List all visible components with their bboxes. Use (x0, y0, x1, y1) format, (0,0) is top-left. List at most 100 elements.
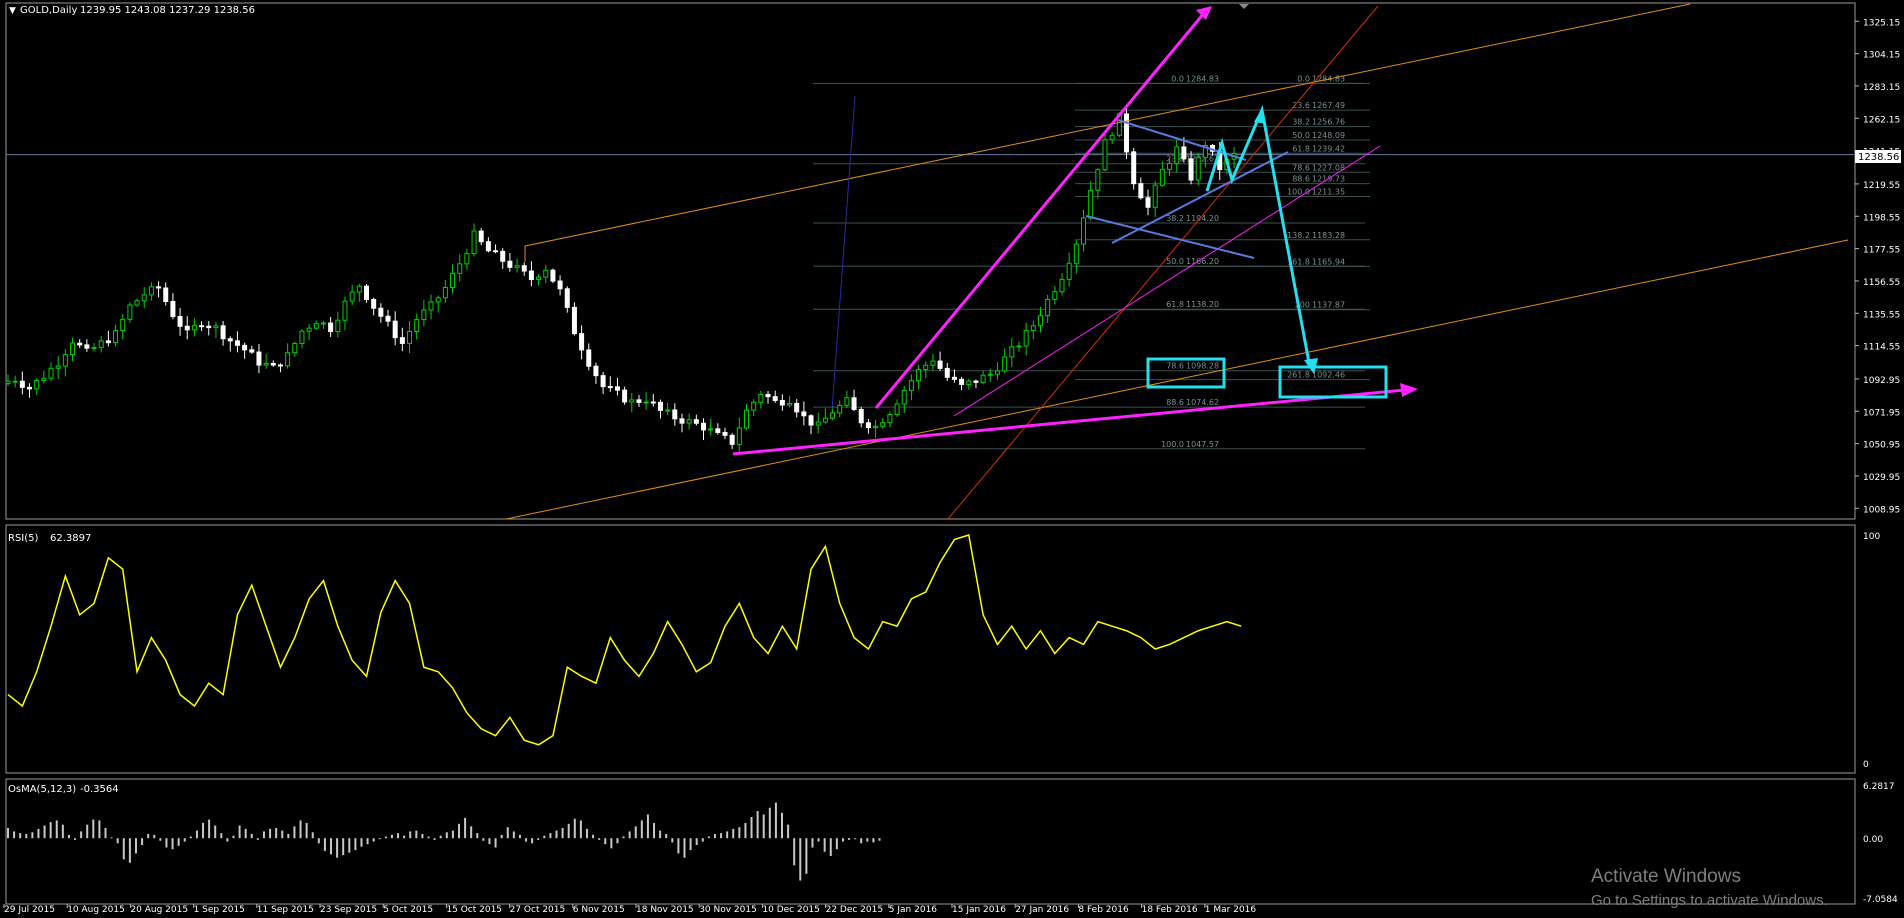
osma-bar (841, 838, 844, 842)
osma-bar (640, 820, 643, 839)
osma-bar (323, 838, 326, 851)
osma-bar (823, 838, 826, 852)
osma-bar (390, 834, 393, 839)
candle-bear (392, 320, 398, 339)
candle-bear (227, 338, 233, 342)
fib2-level-ratio: 50.0 (1166, 257, 1184, 266)
fib-level-ratio: 0.0 (1297, 74, 1310, 83)
candle-bull (665, 409, 671, 412)
osma-bar (817, 838, 820, 842)
candle-bull (457, 263, 463, 274)
time-axis-label: 5 Jan 2016 (889, 905, 937, 914)
osma-bar (848, 838, 851, 840)
osma-bar (208, 819, 211, 839)
osma-bar (366, 838, 369, 845)
candle-bear (951, 376, 957, 380)
candle-bull (966, 380, 972, 385)
candle-bear (364, 285, 369, 301)
osma-bar (403, 835, 406, 839)
osma-bar (451, 830, 454, 839)
candle-bear (779, 399, 785, 406)
candle-bull (1059, 278, 1065, 293)
osma-bar (183, 838, 186, 842)
rsi-indicator-label: RSI(5) (8, 533, 39, 544)
candle-bear (657, 401, 663, 411)
osma-bar (104, 828, 107, 839)
candle-bull (1073, 243, 1079, 264)
candle-bear (722, 431, 728, 436)
osma-bar (202, 822, 205, 839)
candle-bear (765, 393, 771, 398)
candle-bear (206, 325, 212, 329)
candle-bull (987, 373, 993, 376)
candle-bull (1109, 134, 1115, 141)
candle-bear (156, 286, 162, 289)
candle-bear (944, 367, 950, 378)
osma-bar (74, 838, 77, 840)
candle-bull (335, 319, 341, 333)
osma-bar (262, 831, 265, 839)
candle-bull (1195, 156, 1201, 181)
osma-bar (433, 838, 436, 840)
price-axis-label: 1198.55 (1863, 213, 1900, 223)
watermark-line-1: Activate Windows (1591, 866, 1741, 887)
osma-bar (80, 831, 83, 839)
osma-bar (232, 835, 235, 839)
osma-bar (695, 838, 698, 845)
osma-bar (707, 836, 710, 839)
candle-bear (270, 362, 276, 366)
candle-bear (693, 419, 699, 424)
candle-bull (148, 286, 154, 296)
candle-bull (1095, 169, 1101, 191)
osma-bar (744, 822, 747, 839)
activate-windows-watermark: Activate Windows Go to Settings to activ… (1591, 866, 1828, 909)
candle-bear (1181, 146, 1187, 160)
osma-bar (25, 833, 28, 839)
candle-bear (808, 415, 814, 426)
candle-bear (485, 241, 491, 252)
candle-bear (528, 270, 534, 280)
osma-bar (55, 820, 58, 839)
candle-bear (1124, 113, 1130, 153)
osma-bar (110, 837, 113, 839)
fib-level-price: 1211.35 (1312, 188, 1345, 197)
candle-bull (134, 300, 140, 306)
trading-chart-window[interactable]: 1325.151304.151283.151262.151241.151219.… (0, 0, 1904, 915)
candle-bear (170, 301, 176, 318)
osma-bar (598, 838, 601, 840)
osma-bar (37, 828, 40, 839)
candle-bull (844, 397, 850, 406)
osma-bar (348, 838, 351, 853)
candle-bear (105, 340, 111, 344)
candle-bull (471, 230, 477, 255)
candle-bull (356, 285, 362, 293)
osma-bar (67, 834, 70, 839)
price-axis-label: 1304.15 (1863, 51, 1900, 61)
candle-bull (12, 380, 18, 383)
candle-bear (772, 396, 778, 401)
osma-bar (506, 827, 509, 839)
osma-bar (494, 838, 497, 848)
candle-bull (414, 319, 420, 332)
candle-bear (614, 386, 620, 391)
candle-bull (292, 342, 298, 354)
osma-bar (860, 838, 863, 844)
candle-bull (894, 403, 900, 415)
osma-bar (585, 828, 588, 839)
candle-bull (901, 389, 907, 405)
fib-level-ratio: 50.0 (1292, 131, 1310, 140)
candle-bear (378, 307, 384, 317)
osma-bar (171, 838, 174, 850)
osma-indicator-value: -0.3564 (80, 784, 119, 795)
osma-bar (299, 820, 302, 839)
candle-bear (593, 365, 599, 377)
symbol-menu-icon[interactable]: ▼ (9, 6, 16, 16)
osma-bar (281, 830, 284, 839)
chart-canvas[interactable]: 1325.151304.151283.151262.151241.151219.… (0, 0, 1904, 915)
osma-bar (531, 838, 534, 844)
osma-bar (397, 833, 400, 839)
osma-bar (762, 814, 765, 839)
osma-bar (372, 838, 375, 842)
osma-bar (116, 838, 119, 844)
osma-bar (476, 833, 479, 839)
